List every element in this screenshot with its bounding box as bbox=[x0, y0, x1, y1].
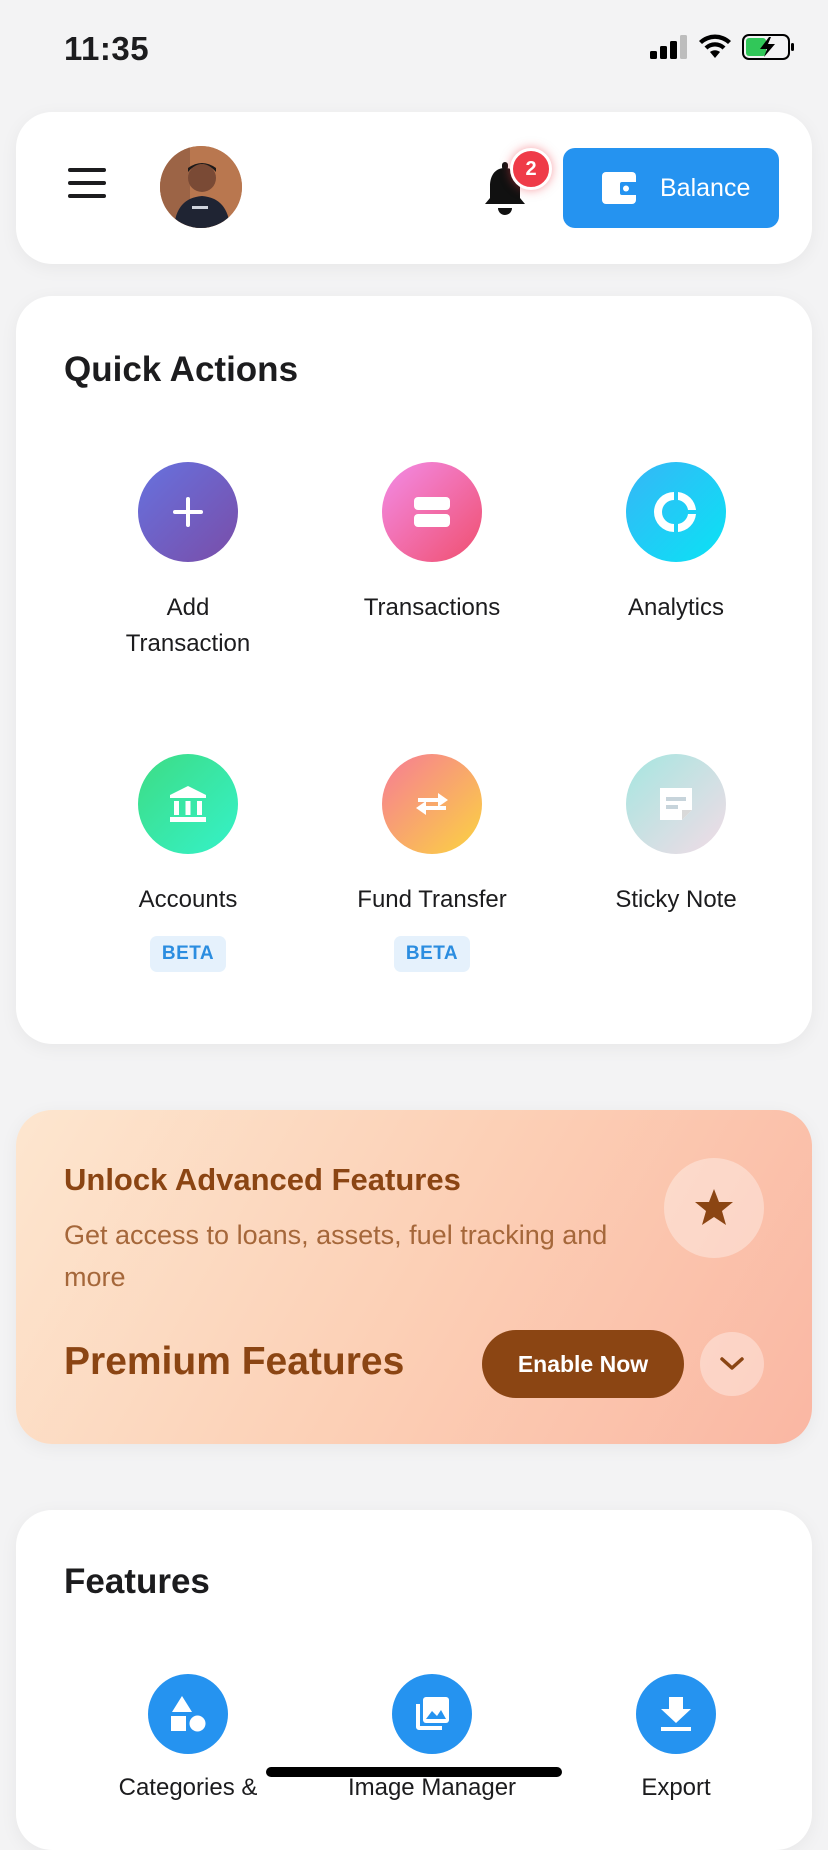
quick-actions-title: Quick Actions bbox=[64, 350, 299, 389]
quick-action-label: Add Transaction bbox=[125, 594, 251, 657]
quick-action-transactions[interactable]: Transactions bbox=[310, 462, 554, 626]
premium-banner: Unlock Advanced Features Get access to l… bbox=[16, 1110, 812, 1444]
feature-label: Export bbox=[641, 1774, 711, 1801]
quick-action-label: Fund Transfer bbox=[357, 886, 507, 913]
quick-action-label: Sticky Note bbox=[615, 886, 737, 913]
features-title: Features bbox=[64, 1562, 210, 1601]
quick-action-label: Analytics bbox=[627, 594, 725, 621]
quick-action-accounts[interactable]: Accounts BETA bbox=[66, 754, 310, 972]
bank-icon bbox=[138, 754, 238, 854]
beta-badge: BETA bbox=[149, 936, 227, 972]
download-icon bbox=[636, 1674, 716, 1754]
quick-action-fund-transfer[interactable]: Fund Transfer BETA bbox=[310, 754, 554, 972]
battery-icon bbox=[742, 34, 794, 60]
balance-label: Balance bbox=[660, 173, 751, 202]
plus-icon bbox=[138, 462, 238, 562]
list-icon bbox=[382, 462, 482, 562]
quick-action-add-transaction[interactable]: Add Transaction bbox=[66, 462, 310, 662]
home-indicator[interactable] bbox=[266, 1767, 562, 1777]
hamburger-menu-button[interactable] bbox=[68, 168, 106, 198]
status-icons bbox=[650, 34, 796, 60]
feature-export[interactable]: Export bbox=[554, 1674, 798, 1802]
quick-action-label: Accounts bbox=[138, 886, 238, 913]
beta-badge: BETA bbox=[393, 936, 471, 972]
donut-chart-icon bbox=[626, 462, 726, 562]
quick-actions-card: Quick Actions Add Transaction Transactio… bbox=[16, 296, 812, 1044]
premium-title: Unlock Advanced Features bbox=[64, 1162, 461, 1197]
balance-button[interactable]: Balance bbox=[563, 148, 779, 228]
status-time: 11:35 bbox=[64, 30, 150, 67]
shapes-icon bbox=[148, 1674, 228, 1754]
avatar[interactable] bbox=[160, 146, 242, 228]
avatar-photo bbox=[160, 146, 242, 228]
chevron-down-icon bbox=[720, 1357, 744, 1370]
quick-action-label: Transactions bbox=[363, 594, 501, 621]
quick-action-analytics[interactable]: Analytics bbox=[554, 462, 798, 626]
premium-description: Get access to loans, assets, fuel tracki… bbox=[64, 1220, 608, 1292]
star-icon bbox=[664, 1158, 764, 1258]
quick-action-sticky-note[interactable]: Sticky Note bbox=[554, 754, 798, 918]
premium-features-heading: Premium Features bbox=[64, 1340, 405, 1383]
swap-arrows-icon bbox=[382, 754, 482, 854]
feature-label: Categories & bbox=[118, 1774, 258, 1801]
feature-label: Image Manager bbox=[347, 1774, 517, 1801]
image-gallery-icon bbox=[392, 1674, 472, 1754]
sticky-note-icon bbox=[626, 754, 726, 854]
status-bar: 11:35 bbox=[0, 0, 828, 100]
top-bar: 2 Balance bbox=[16, 112, 812, 264]
expand-button[interactable] bbox=[700, 1332, 764, 1396]
feature-image-manager[interactable]: Image Manager bbox=[310, 1674, 554, 1802]
notification-badge: 2 bbox=[510, 148, 552, 190]
enable-now-button[interactable]: Enable Now bbox=[482, 1330, 684, 1398]
wallet-icon bbox=[602, 172, 638, 204]
wifi-icon bbox=[699, 34, 731, 58]
feature-categories[interactable]: Categories & bbox=[66, 1674, 310, 1802]
signal-icon bbox=[650, 35, 687, 59]
features-card: Features Categories & Image Manager Expo… bbox=[16, 1510, 812, 1850]
